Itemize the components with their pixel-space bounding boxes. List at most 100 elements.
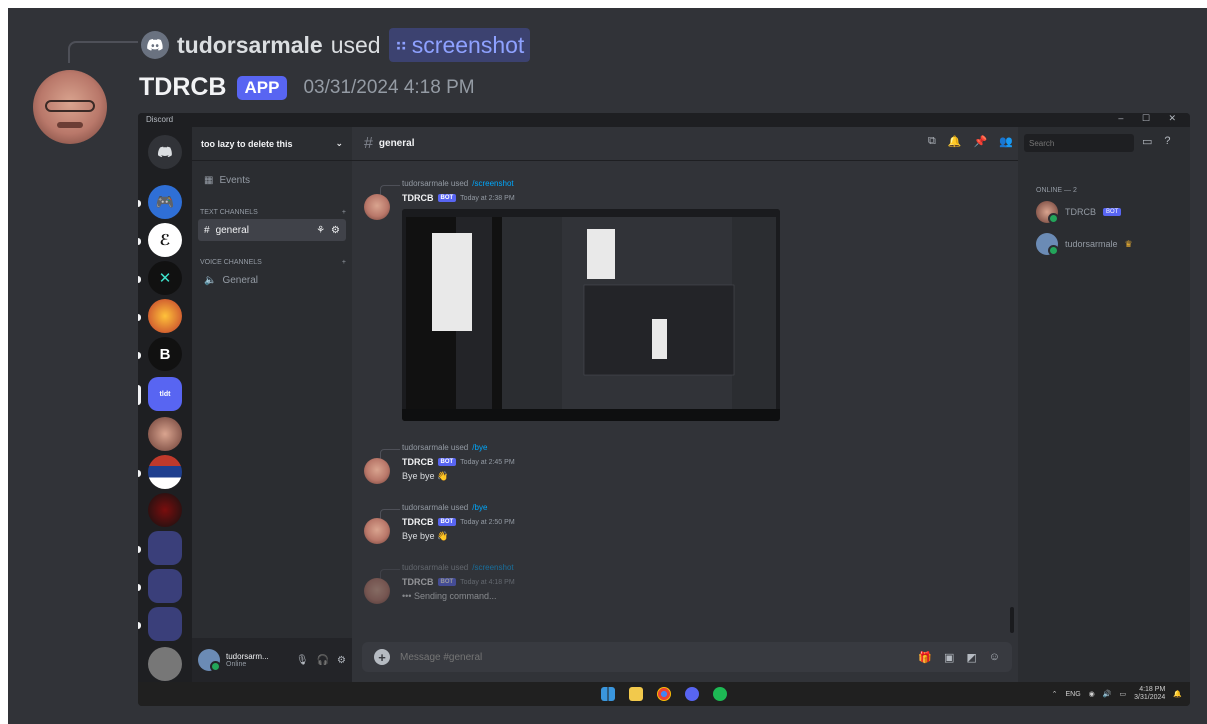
server-folder-1[interactable] [148,531,182,565]
member-avatar [1036,233,1059,256]
channel-general[interactable]: # general ⚘ ⚙ [198,219,346,241]
user-name: tudorsarm... [226,652,269,661]
threads-icon[interactable]: ⧉ [928,135,936,148]
reply-user[interactable]: tudorsarmale used [402,503,468,512]
server-icon-1[interactable]: 🎮 [148,185,182,219]
reply-line-text: tudorsarmale used /screenshot [402,563,514,572]
discord-taskbar-icon[interactable] [685,687,699,701]
member-item[interactable]: tudorsarmale ♛ [1036,233,1133,256]
add-channel-icon[interactable]: + [342,259,346,266]
member-item[interactable]: TDRCB BOT [1036,201,1122,224]
spotify-icon[interactable] [713,687,727,701]
message-avatar[interactable] [364,194,390,220]
language-indicator[interactable]: ENG [1066,691,1081,698]
server-icon-current[interactable]: tldt [148,377,182,411]
command-pill[interactable]: ⠶ screenshot [388,28,531,62]
bell-icon[interactable]: 🔔 [948,135,962,148]
windows-start-icon[interactable] [601,687,615,701]
category-voice-channels[interactable]: VOICE CHANNELS + [192,255,352,269]
reply-command[interactable]: /screenshot [472,563,513,572]
events-item[interactable]: ▦ Events [198,169,346,191]
reply-command[interactable]: /screenshot [472,179,513,188]
battery-icon[interactable]: ▭ [1120,690,1127,698]
server-folder-2[interactable] [148,569,182,603]
server-icon-5[interactable]: B [148,337,182,371]
reply-command[interactable]: /bye [472,443,487,452]
screenshot-image[interactable]: Discord – ☐ ✕ 🎮 ℰ ✕ B tldt too lazy to d… [138,113,1190,706]
message-author[interactable]: TDRCB [402,577,434,587]
gift-icon[interactable]: 🎁 [918,651,932,664]
message-avatar[interactable] [364,458,390,484]
server-header[interactable]: too lazy to delete this ⌄ [192,127,352,161]
pin-icon[interactable]: 📌 [974,135,988,148]
mic-icon[interactable]: 🎙 [296,655,309,666]
author-avatar[interactable] [33,70,107,144]
message-author[interactable]: TDRCB [402,193,434,203]
events-label: Events [219,174,251,186]
reply-connector [380,185,400,195]
channel-sidebar: too lazy to delete this ⌄ ▦ Events TEXT … [192,127,352,682]
chevron-up-icon[interactable]: ⌃ [1052,690,1058,698]
discord-home-icon[interactable] [148,135,182,169]
unread-pip [138,238,141,245]
unread-pip [138,584,141,591]
gear-icon[interactable]: ⚙ [337,655,346,666]
add-attachment-icon[interactable]: + [374,649,390,665]
message-author[interactable]: TDRCB [402,517,434,527]
chevron-down-icon: ⌄ [335,138,343,148]
notification-bell-icon[interactable]: 🔔 [1173,690,1182,698]
gear-icon[interactable]: ⚙ [331,225,340,236]
chat-toolbar: ⧉ 🔔 📌 👥 [928,135,1013,148]
chrome-icon[interactable] [657,687,671,701]
author-name[interactable]: TDRCB [139,73,227,102]
message-body: Bye bye 👋 [402,531,449,541]
header-extra-icons: ▭ ? [1142,135,1171,148]
avatar-glasses [45,100,95,112]
headphones-icon[interactable]: 🎧 [317,655,329,666]
server-icon-4[interactable] [148,299,182,333]
volume-icon[interactable]: 🔊 [1103,690,1112,698]
user-avatar[interactable] [198,649,221,672]
voice-label: General [222,274,259,286]
message-avatar[interactable] [364,578,390,604]
invite-icon[interactable]: ⚘ [316,225,325,236]
clock[interactable]: 4:18 PM 3/31/2024 [1134,686,1165,702]
reply-user[interactable]: tudorsarmale used [402,563,468,572]
window-controls[interactable]: – ☐ ✕ [1118,113,1184,124]
reply-username[interactable]: tudorsarmale [177,32,323,59]
reply-command[interactable]: /bye [472,503,487,512]
message-avatar[interactable] [364,518,390,544]
add-channel-icon[interactable]: + [342,209,346,216]
emoji-icon[interactable]: ☺ [989,651,1000,664]
members-icon[interactable]: 👥 [999,135,1013,148]
gif-icon[interactable]: ▣ [944,651,954,664]
reply-used-text: used [330,31,381,58]
chat-scrollbar[interactable] [1010,607,1014,633]
search-input[interactable] [1024,134,1134,152]
server-folder-3[interactable] [148,607,182,641]
server-icon-6[interactable] [148,417,182,451]
message-body: ••• Sending command... [402,591,497,601]
server-icon-2[interactable]: ℰ [148,223,182,257]
sticker-icon[interactable]: ◩ [966,651,976,664]
nested-screenshot-image[interactable] [402,209,780,421]
voice-channel-general[interactable]: 🔈 General [198,269,346,291]
inbox-icon[interactable]: ▭ [1142,135,1152,148]
server-icon-9[interactable] [148,647,182,681]
chat-message: tudorsarmale used /bye TDRCB BOT Today a… [364,503,1004,553]
discord-logo-icon [141,31,169,59]
bot-badge: BOT [437,458,457,466]
server-icon-8[interactable] [148,493,182,527]
file-explorer-icon[interactable] [629,687,643,701]
category-text-channels[interactable]: TEXT CHANNELS + [192,205,352,219]
message-author[interactable]: TDRCB [402,457,434,467]
members-category: ONLINE — 2 [1036,187,1077,194]
message-input[interactable] [400,651,909,663]
server-icon-3[interactable]: ✕ [148,261,182,295]
reply-user[interactable]: tudorsarmale used [402,443,468,452]
server-rail: 🎮 ℰ ✕ B tldt [138,127,192,682]
help-icon[interactable]: ? [1164,135,1170,148]
wifi-icon[interactable]: ◉ [1089,690,1095,698]
server-icon-7[interactable] [148,455,182,489]
reply-user[interactable]: tudorsarmale used [402,179,468,188]
